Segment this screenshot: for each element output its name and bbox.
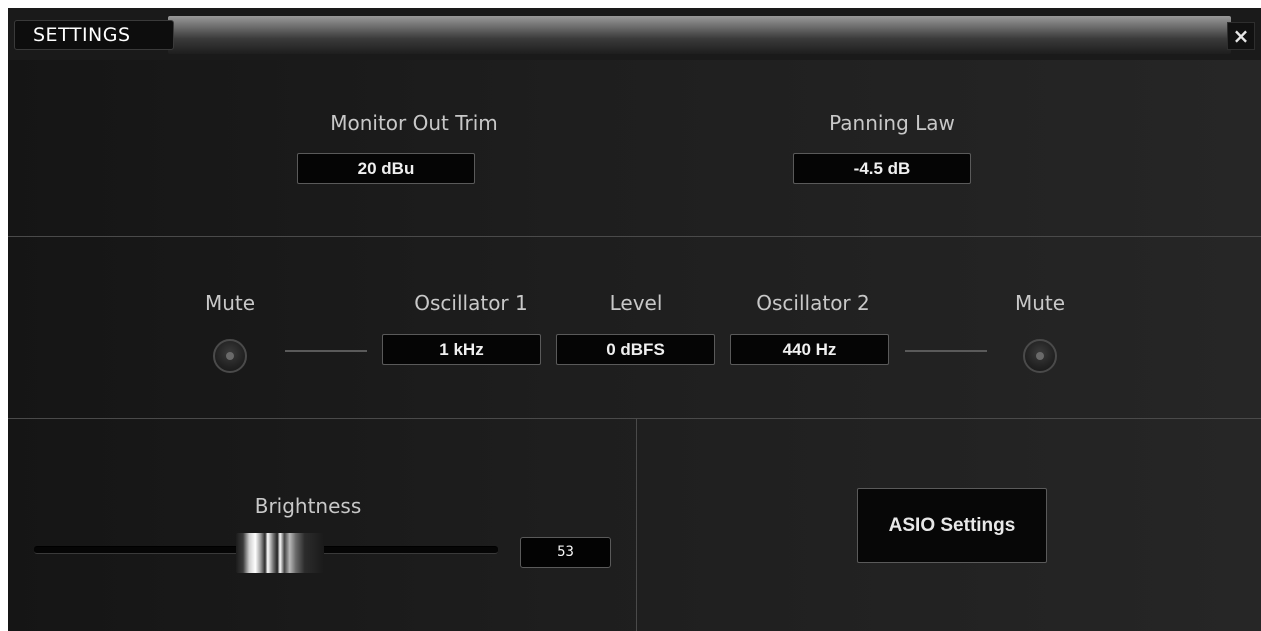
oscillator-2-field[interactable]: 440 Hz [730, 334, 889, 365]
monitor-out-trim-label: Monitor Out Trim [330, 111, 498, 135]
level-field[interactable]: 0 dBFS [556, 334, 715, 365]
oscillator-1-label: Oscillator 1 [414, 291, 528, 315]
mute-right-button[interactable] [1023, 339, 1057, 373]
mute-left-label: Mute [204, 291, 256, 315]
title-bar-highlight [168, 16, 1231, 54]
settings-window: SETTINGS × Monitor Out Trim 20 dBu Panni… [8, 8, 1261, 631]
brightness-label: Brightness [254, 494, 362, 518]
monitor-out-trim-field[interactable]: 20 dBu [297, 153, 475, 184]
mute-right-label: Mute [1014, 291, 1066, 315]
asio-settings-button[interactable]: ASIO Settings [857, 488, 1047, 563]
mute-indicator-icon [1036, 352, 1044, 360]
close-button[interactable]: × [1227, 22, 1255, 50]
panning-law-field[interactable]: -4.5 dB [793, 153, 971, 184]
level-label: Level [609, 291, 663, 315]
oscillator-1-field[interactable]: 1 kHz [382, 334, 541, 365]
connector-line-left [285, 350, 367, 352]
close-icon: × [1232, 24, 1250, 48]
mute-left-button[interactable] [213, 339, 247, 373]
oscillator-2-label: Oscillator 2 [756, 291, 870, 315]
title-bar[interactable]: SETTINGS × [8, 8, 1261, 60]
section-divider-middle [8, 418, 1261, 419]
brightness-slider-thumb[interactable] [235, 533, 324, 573]
section-divider-vertical [636, 419, 637, 631]
connector-line-right [905, 350, 987, 352]
panning-law-label: Panning Law [829, 111, 955, 135]
window-title: SETTINGS [14, 20, 174, 50]
brightness-value-field[interactable]: 53 [520, 537, 611, 568]
mute-indicator-icon [226, 352, 234, 360]
section-divider-top [8, 236, 1261, 237]
